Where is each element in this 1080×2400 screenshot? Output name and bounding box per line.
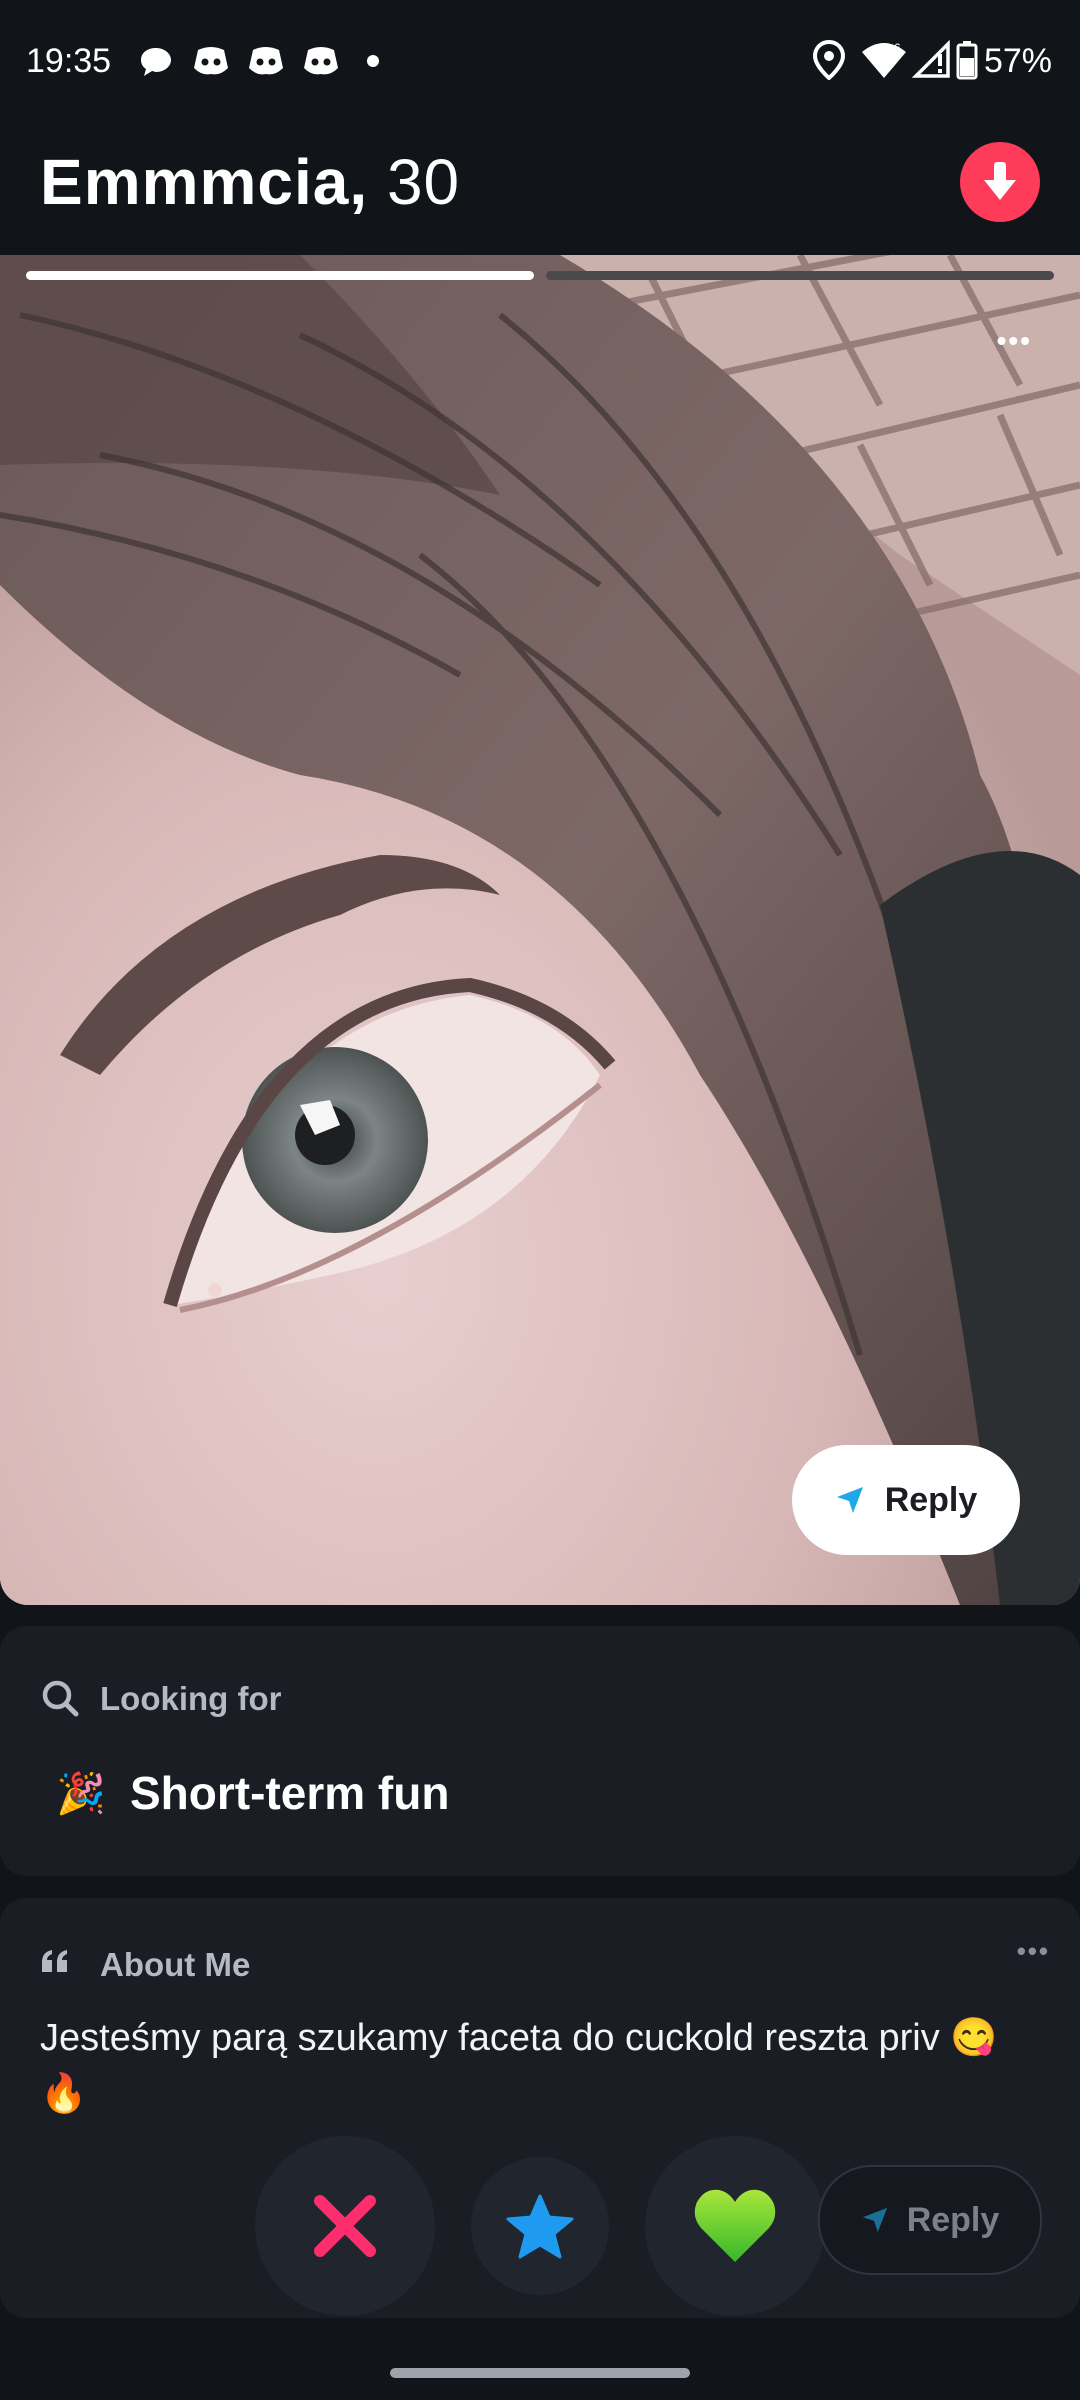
about-me-title: About Me [100,1946,251,1983]
signal-icon [912,40,950,78]
nope-button[interactable] [255,2136,435,2316]
like-button[interactable] [645,2136,825,2316]
looking-for-value: Short-term fun [130,1767,450,1819]
profile-age: 30 [386,146,461,218]
svg-text:6: 6 [894,41,901,55]
heart-icon [694,2189,776,2262]
home-indicator[interactable] [390,2368,690,2378]
super-like-button[interactable] [471,2157,609,2295]
system-nav-bar [0,2340,1080,2400]
send-icon [862,2207,887,2233]
photo-reply-label: Reply [884,1480,978,1519]
wifi-icon: 6 [862,41,906,78]
looking-for-title: Looking for [100,1680,282,1717]
status-time: 19:35 [26,42,112,80]
status-bar: 19:35 6 57% [0,0,1080,125]
bottom-reply-button[interactable]: Reply [818,2165,1042,2275]
photo-image [0,255,1080,1605]
quote-icon [42,1950,67,1972]
search-icon [42,1680,79,1717]
photo-progress-active [26,271,534,280]
battery-percentage: 57% [983,42,1052,80]
chat-bubble-icon [141,48,171,76]
star-icon [506,2194,574,2259]
photo-reply-button[interactable]: Reply [792,1445,1020,1555]
discord-icon [194,47,228,75]
profile-name: Emmmcia, [40,146,369,218]
location-icon [812,40,846,80]
arrow-down-icon [984,162,1016,200]
looking-for-card: Looking for 🎉 Short-term fun [0,1626,1080,1876]
about-me-text: Jesteśmy parą szukamy faceta do cuckold … [40,2017,998,2115]
about-more-options-icon[interactable]: ••• [1017,1936,1050,1967]
more-options-icon[interactable]: ••• [997,325,1032,357]
profile-header: Emmmcia, 30 [0,125,1080,255]
close-icon [314,2195,376,2257]
send-icon [836,1487,863,1513]
profile-photo[interactable]: ••• Reply [0,255,1080,1605]
battery-icon [956,41,978,80]
close-profile-button[interactable] [960,142,1040,222]
profile-name-age: Emmmcia, 30 [40,145,460,219]
bottom-reply-label: Reply [906,2200,1000,2239]
photo-progress-inactive [546,271,1054,280]
discord-icon [249,47,283,75]
dot-icon [367,55,379,67]
party-emoji-icon: 🎉 [56,1772,106,1816]
discord-icon [304,47,338,75]
